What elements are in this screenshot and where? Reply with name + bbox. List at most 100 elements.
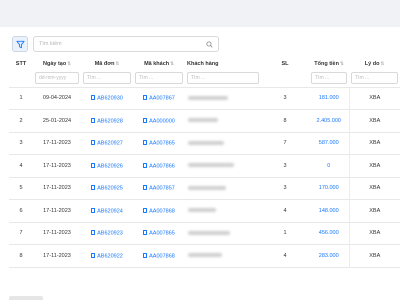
row-reason: XBA — [348, 132, 400, 155]
document-icon — [143, 140, 148, 145]
redacted-customer-name — [188, 140, 224, 145]
row-quantity: 4 — [261, 199, 309, 223]
document-icon — [91, 230, 96, 235]
row-customer-code[interactable]: AA007865 — [133, 132, 185, 155]
row-total[interactable]: 170.000 — [309, 177, 349, 200]
header-stt[interactable]: STT — [9, 58, 33, 70]
document-icon — [143, 162, 148, 168]
header-customer[interactable]: Khách hàng — [185, 58, 261, 70]
sort-icon[interactable]: ⇅ — [380, 61, 384, 66]
row-created-date: 17-11-2023 — [33, 244, 81, 268]
header-order-code[interactable]: Mã đơn⇅ — [81, 58, 133, 70]
row-customer-name — [185, 222, 261, 245]
row-stt: 1 — [9, 87, 33, 110]
table-row[interactable]: 3 17-11-2023 AB620927 AA007865 7 587.000 XBA — [9, 132, 400, 155]
header-reason[interactable]: Lý do⇅ — [349, 58, 400, 70]
row-quantity: 7 — [261, 132, 309, 155]
row-stt: 3 — [9, 132, 33, 155]
orders-table: STT Ngày tạo⇅ Mã đơn⇅ Mã khách⇅ Khách hà… — [9, 58, 400, 268]
document-icon — [91, 185, 96, 190]
row-customer-code[interactable]: AA007866 — [133, 154, 185, 178]
document-icon — [91, 207, 96, 213]
row-customer-code[interactable]: AA007867 — [133, 87, 185, 110]
redacted-customer-name — [188, 118, 218, 123]
row-stt: 7 — [9, 222, 33, 245]
row-total[interactable]: 587.000 — [309, 132, 349, 155]
table-row[interactable]: 7 17-11-2023 AB620923 AA007865 1 456.000 XBA — [9, 222, 400, 245]
table-row[interactable]: 8 17-11-2023 AB620922 AA007868 4 283.000 XBA — [9, 244, 400, 268]
row-customer-name — [185, 177, 261, 200]
row-total[interactable]: 456.000 — [309, 222, 349, 245]
row-total[interactable]: 2.405.000 — [309, 109, 349, 133]
reason-filter-input[interactable] — [355, 75, 394, 82]
header-created-date[interactable]: Ngày tạo⇅ — [33, 58, 81, 70]
order-code-filter-input[interactable] — [87, 75, 127, 82]
row-customer-name — [185, 132, 261, 155]
filter-button[interactable] — [12, 36, 28, 52]
date-filter-input[interactable] — [39, 75, 75, 82]
row-order-code[interactable]: AB620925 — [81, 177, 133, 200]
row-customer-code[interactable]: AA000000 — [133, 109, 185, 133]
sort-icon[interactable]: ⇅ — [170, 61, 174, 66]
row-customer-code[interactable]: AA007865 — [133, 222, 185, 245]
table-row[interactable]: 6 17-11-2023 AB620924 AA007868 4 148.000 XBA — [9, 199, 400, 223]
row-order-code[interactable]: AB620924 — [81, 199, 133, 223]
table-row[interactable]: 5 17-11-2023 AB620925 AA007857 3 170.000 XBA — [9, 177, 400, 200]
filter-icon — [15, 40, 25, 48]
table-row[interactable]: 2 25-01-2024 AB620928 AA000000 8 2.405.000 XBA — [9, 109, 400, 133]
document-icon — [91, 140, 96, 145]
redacted-customer-name — [188, 163, 234, 168]
toolbar — [12, 36, 219, 52]
row-created-date: 17-11-2023 — [33, 132, 81, 155]
row-quantity: 1 — [261, 222, 309, 245]
row-created-date: 25-01-2024 — [33, 109, 81, 133]
page-size-select[interactable] — [9, 296, 43, 300]
row-reason: XBA — [348, 87, 400, 110]
sort-icon[interactable]: ⇅ — [67, 61, 71, 66]
search-input[interactable] — [39, 41, 206, 47]
row-customer-code[interactable]: AA007868 — [133, 199, 185, 223]
row-order-code[interactable]: AB620930 — [81, 87, 133, 110]
row-customer-name — [185, 87, 261, 110]
row-total[interactable]: 148.000 — [309, 199, 349, 223]
document-icon — [91, 162, 96, 168]
row-customer-code[interactable]: AA007868 — [133, 244, 185, 268]
header-total[interactable]: Tổng tiền⇅ — [309, 58, 349, 70]
row-total[interactable]: 181.000 — [309, 87, 349, 110]
sort-icon[interactable]: ⇅ — [340, 61, 344, 66]
row-customer-name — [185, 109, 261, 133]
row-reason: XBA — [348, 154, 400, 178]
row-customer-code[interactable]: AA007857 — [133, 177, 185, 200]
customer-code-filter-input[interactable] — [139, 75, 179, 82]
document-icon — [143, 230, 148, 235]
redacted-customer-name — [188, 208, 216, 213]
total-filter-input[interactable] — [315, 75, 343, 82]
header-quantity[interactable]: SL — [261, 58, 309, 70]
table-row[interactable]: 4 17-11-2023 AB620926 AA007866 3 0 XBA — [9, 154, 400, 178]
table-body: 1 09-04-2024 AB620930 AA007867 3 181.000 XBA 2 2… — [9, 87, 400, 268]
table-row[interactable]: 1 09-04-2024 AB620930 AA007867 3 181.000 XBA — [9, 87, 400, 110]
document-icon — [143, 185, 148, 190]
row-quantity: 3 — [261, 177, 309, 200]
row-order-code[interactable]: AB620928 — [81, 109, 133, 133]
search-box — [33, 36, 219, 52]
row-created-date: 17-11-2023 — [33, 199, 81, 223]
row-order-code[interactable]: AB620923 — [81, 222, 133, 245]
sort-icon[interactable]: ⇅ — [116, 61, 120, 66]
row-order-code[interactable]: AB620927 — [81, 132, 133, 155]
row-reason: XBA — [348, 199, 400, 223]
row-quantity: 8 — [261, 109, 309, 133]
header-customer-code[interactable]: Mã khách⇅ — [133, 58, 185, 70]
document-icon — [143, 117, 148, 123]
customer-filter-input[interactable] — [191, 75, 255, 82]
orders-panel: STT Ngày tạo⇅ Mã đơn⇅ Mã khách⇅ Khách hà… — [0, 27, 400, 300]
row-total[interactable]: 283.000 — [309, 244, 349, 268]
document-icon — [91, 117, 96, 123]
row-order-code[interactable]: AB620926 — [81, 154, 133, 178]
search-icon[interactable] — [206, 40, 213, 48]
document-icon — [91, 252, 96, 258]
row-order-code[interactable]: AB620922 — [81, 244, 133, 268]
document-icon — [143, 207, 148, 213]
row-total[interactable]: 0 — [309, 154, 349, 178]
row-reason: XBA — [348, 222, 400, 245]
